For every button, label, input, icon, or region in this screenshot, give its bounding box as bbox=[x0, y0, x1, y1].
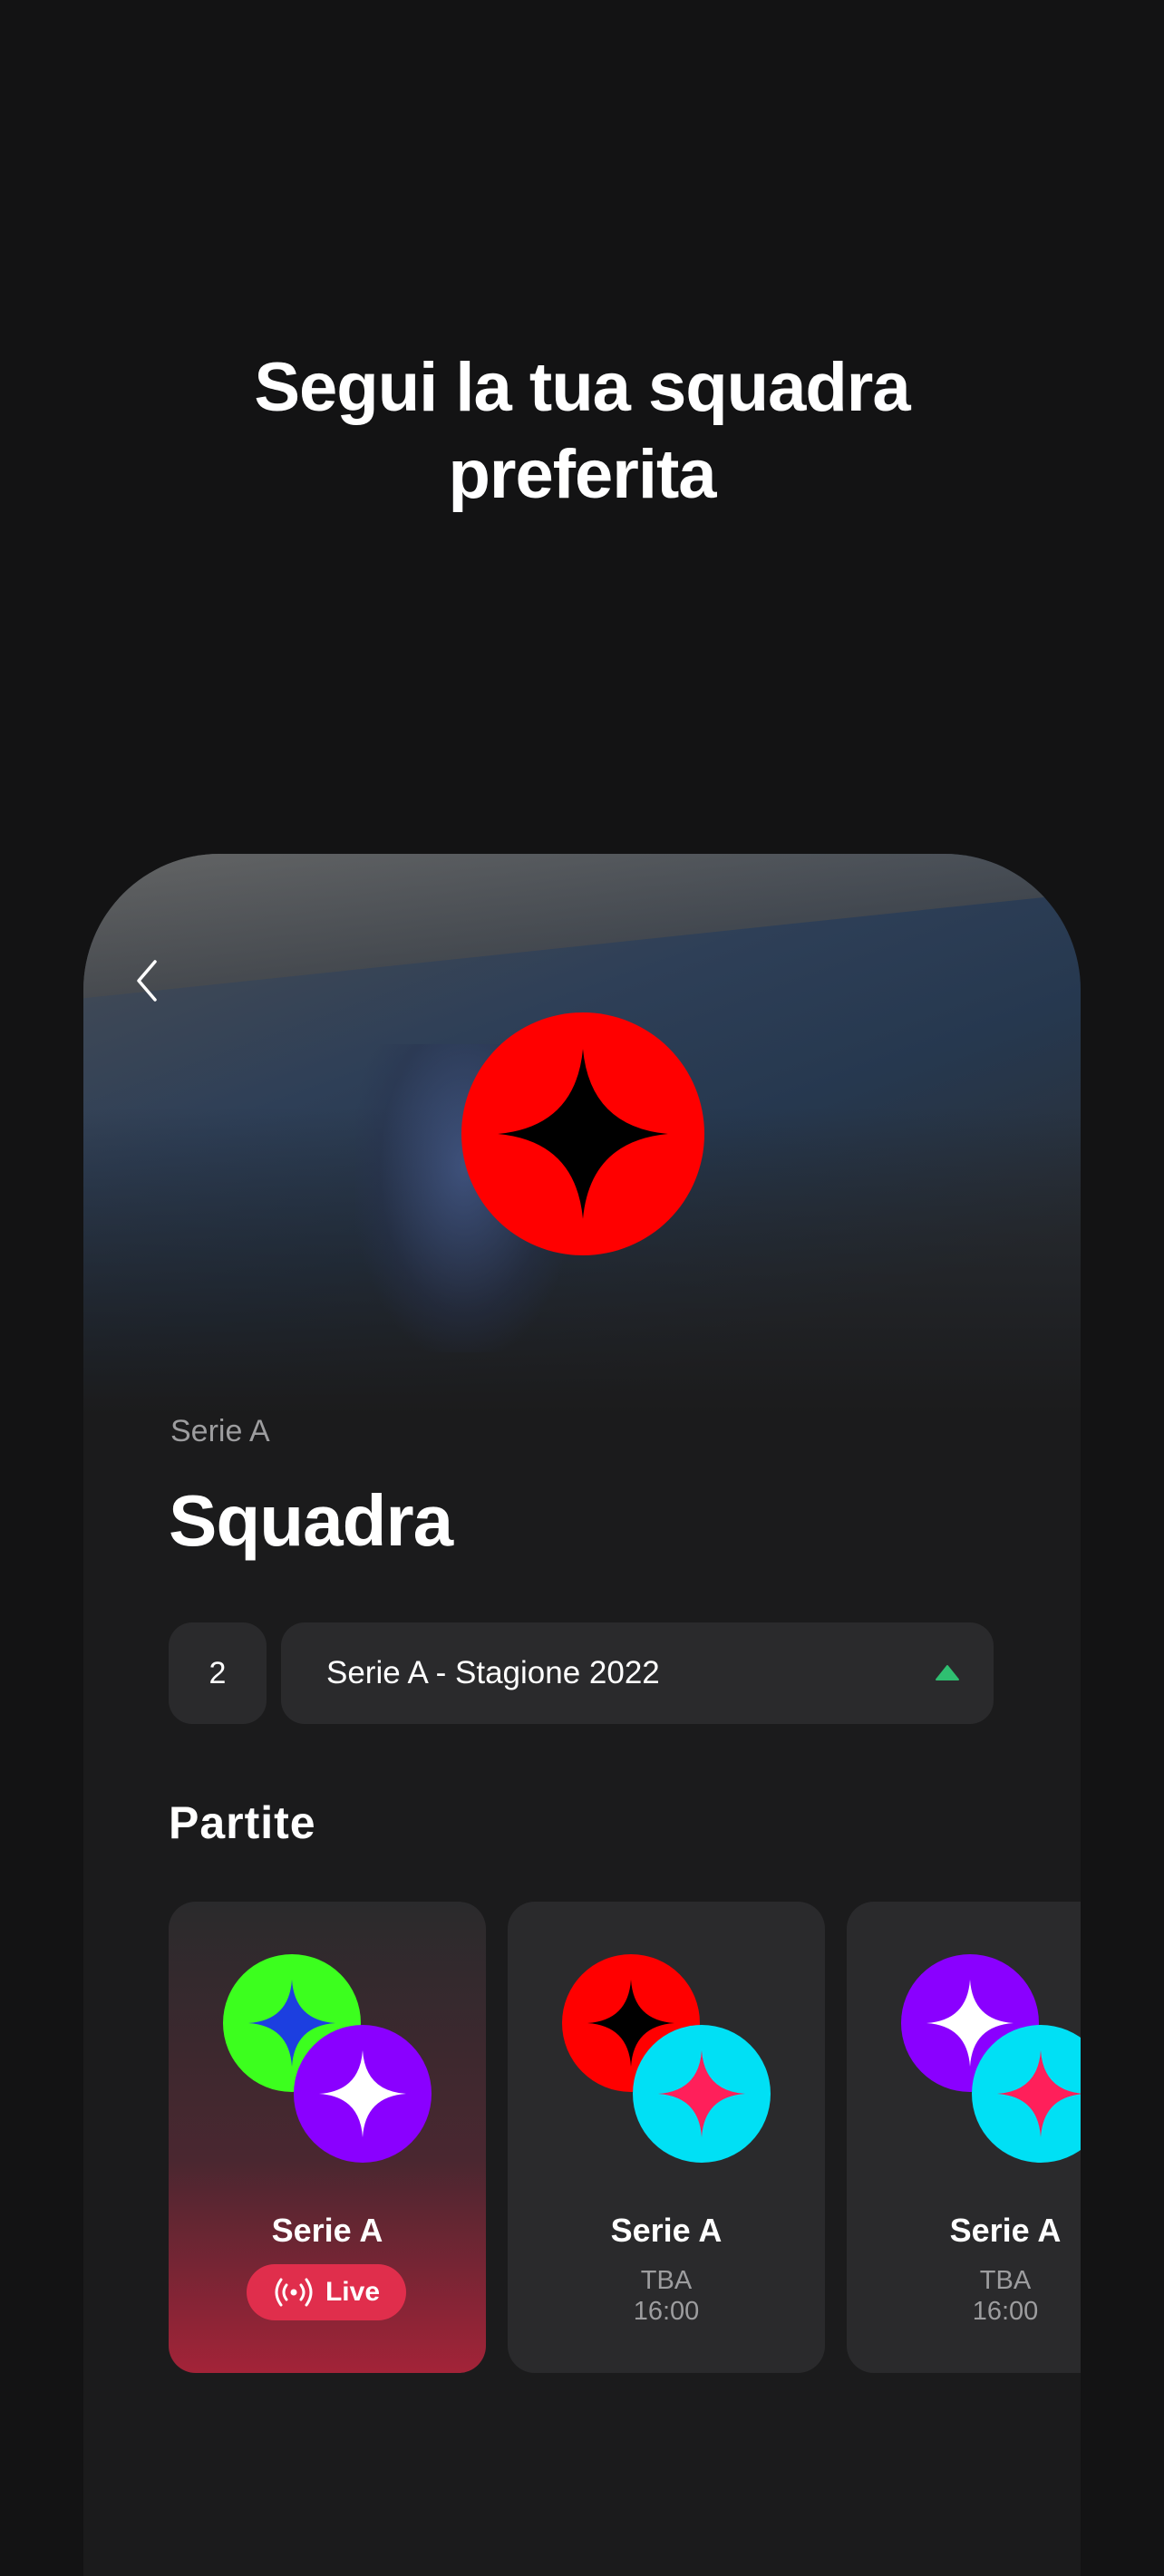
stadium-stands bbox=[83, 854, 1081, 1002]
round-selector[interactable]: 2 bbox=[169, 1622, 267, 1724]
season-value: Serie A - Stagione 2022 bbox=[326, 1655, 660, 1690]
match-date: TBA bbox=[979, 2266, 1032, 2295]
team-name: Squadra bbox=[169, 1480, 453, 1561]
headline: Segui la tua squadra preferita bbox=[0, 344, 1164, 518]
headline-line-1: Segui la tua squadra bbox=[254, 349, 910, 426]
match-card[interactable]: Serie A Live bbox=[169, 1902, 486, 2373]
live-label: Live bbox=[325, 2277, 381, 2307]
match-competition: Serie A bbox=[271, 2212, 383, 2249]
live-broadcast-icon bbox=[275, 2278, 313, 2307]
season-dropdown[interactable]: Serie A - Stagione 2022 bbox=[281, 1622, 994, 1724]
dropdown-arrow-icon bbox=[936, 1665, 959, 1680]
back-chevron-icon bbox=[137, 960, 157, 1002]
match-time: 16:00 bbox=[633, 2297, 700, 2326]
team-logo bbox=[461, 1012, 704, 1255]
matches-title: Partite bbox=[169, 1797, 316, 1848]
match-card[interactable]: Serie A TBA 16:00 bbox=[847, 1902, 1081, 2373]
match-teams-logos bbox=[562, 1954, 771, 2163]
match-card[interactable]: Serie A TBA 16:00 bbox=[508, 1902, 825, 2373]
back-button[interactable] bbox=[120, 954, 174, 1008]
round-value: 2 bbox=[209, 1655, 227, 1690]
match-date: TBA bbox=[640, 2266, 693, 2295]
match-time: 16:00 bbox=[972, 2297, 1039, 2326]
phone-frame: Serie A Squadra 2 Serie A - Stagione 202… bbox=[83, 854, 1081, 2576]
match-teams-logos bbox=[901, 1954, 1081, 2163]
league-label: Serie A bbox=[170, 1414, 270, 1448]
match-competition: Serie A bbox=[610, 2212, 723, 2249]
match-teams-logos bbox=[223, 1954, 432, 2163]
match-competition: Serie A bbox=[949, 2212, 1062, 2249]
live-badge: Live bbox=[247, 2264, 406, 2320]
headline-line-2: preferita bbox=[448, 436, 716, 513]
